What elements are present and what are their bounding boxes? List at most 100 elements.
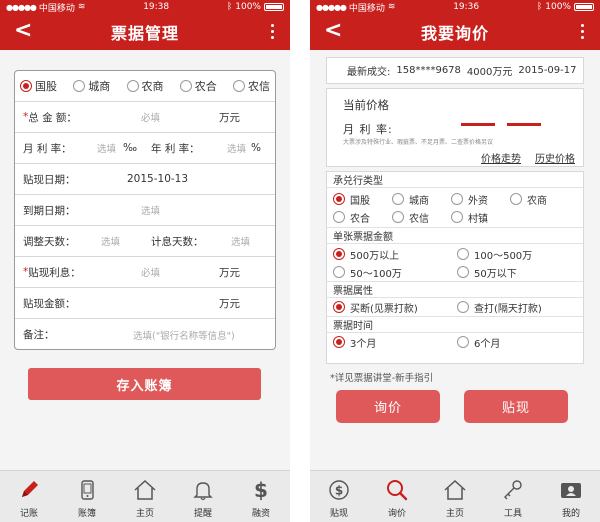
latest-deal-label: 最新成交:: [347, 67, 391, 78]
radio-bank-type-3[interactable]: 农合: [179, 78, 217, 94]
radio-time-0[interactable]: 3个月: [333, 333, 457, 351]
total-amount-input[interactable]: 必填: [141, 110, 160, 124]
page-title: 票据管理: [110, 24, 179, 43]
tab-ledger[interactable]: 账簿: [58, 471, 116, 522]
radio-icon: [392, 211, 404, 223]
back-button[interactable]: <: [324, 19, 342, 43]
tab-inquiry[interactable]: 询价: [368, 471, 426, 522]
battery-level: 100%: [235, 2, 261, 12]
svg-text:$: $: [335, 484, 343, 498]
latest-deal-box: 最新成交: 158****9678 4000万元 2015-09-17: [326, 57, 584, 84]
radio-selected-icon: [20, 80, 32, 92]
tab-record[interactable]: 记账: [0, 471, 58, 522]
time-section: 票据时间 3个月 6个月: [327, 317, 583, 351]
radio-amount-3[interactable]: 50万以下: [457, 263, 581, 281]
page-title: 我要询价: [420, 24, 489, 43]
price-history-link[interactable]: 历史价格: [535, 150, 575, 165]
tab-bar: $ 贴现 询价 主页 工具 我的: [310, 470, 600, 522]
radio-amount-2[interactable]: 50～100万: [333, 263, 457, 281]
radio-selected-icon: [333, 336, 345, 348]
phone-book-icon: [74, 477, 100, 503]
tab-tools[interactable]: 工具: [484, 471, 542, 522]
due-date-label: 到期日期：: [23, 204, 76, 217]
battery-icon: [263, 3, 284, 11]
radio-bank-type-0[interactable]: 国股: [20, 78, 57, 94]
battery-icon: [573, 3, 594, 11]
discount-date-label: 贴现日期：: [23, 173, 76, 186]
home-icon: [132, 477, 158, 503]
dollar-circle-icon: $: [326, 477, 352, 503]
discount-interest-label: 贴现利息：: [28, 266, 81, 279]
interest-days-input[interactable]: 选填: [231, 234, 250, 248]
radio-amount-0[interactable]: 500万以上: [333, 245, 457, 263]
days-row: 调整天数： 选填 计息天数： 选填: [15, 226, 275, 257]
tab-discount[interactable]: $ 贴现: [310, 471, 368, 522]
home-icon: [442, 477, 468, 503]
due-date-input[interactable]: 选填: [141, 203, 160, 217]
radio-bank-3[interactable]: 农商: [510, 190, 569, 208]
discount-interest-input[interactable]: 必填: [141, 265, 160, 279]
carrier-label: 中国移动: [348, 3, 385, 14]
radio-selected-icon: [333, 193, 345, 205]
key-icon: [500, 477, 526, 503]
radio-time-1[interactable]: 6个月: [457, 333, 581, 351]
signal-icon: ●●●●●: [316, 2, 347, 12]
tab-mine[interactable]: 我的: [542, 471, 600, 522]
radio-attr-1[interactable]: 查打(隔天打款): [457, 298, 581, 316]
discount-button[interactable]: 贴现: [464, 390, 568, 423]
radio-icon: [457, 336, 469, 348]
monthly-rate-input[interactable]: 选填: [97, 141, 116, 155]
price-trend-link[interactable]: 价格走势: [481, 150, 521, 165]
inquiry-button[interactable]: 询价: [336, 390, 440, 423]
radio-bank-5[interactable]: 农信: [392, 208, 451, 226]
more-icon[interactable]: [581, 24, 584, 39]
annual-rate-input[interactable]: 选填: [227, 141, 246, 155]
save-to-ledger-button[interactable]: 存入账簿: [28, 368, 261, 400]
guide-hint[interactable]: *详见票据讲堂-新手指引: [330, 370, 433, 384]
radio-attr-0[interactable]: 买断(见票打款): [333, 298, 457, 316]
discount-amount-label: 贴现金额：: [23, 297, 76, 310]
radio-bank-type-1[interactable]: 城商: [73, 78, 110, 94]
latest-deal-amount: 4000万元: [466, 67, 513, 78]
remark-input[interactable]: 选填("银行名称等信息"): [133, 328, 235, 342]
tab-reminder[interactable]: 提醒: [174, 471, 232, 522]
radio-amount-1[interactable]: 100～500万: [457, 245, 581, 263]
tab-finance[interactable]: $ 融资: [232, 471, 290, 522]
radio-icon: [179, 80, 192, 92]
section-title: 票据属性: [327, 282, 583, 298]
discount-date-input[interactable]: 2015-10-13: [127, 173, 188, 185]
battery-level: 100%: [545, 2, 571, 12]
more-icon[interactable]: [271, 24, 274, 39]
bill-form: 国股 城商 农商 农合 农信 * 总 金 额： 必填 万元 月 利 率： 选填 …: [14, 70, 276, 350]
radio-bank-6[interactable]: 村镇: [451, 208, 510, 226]
radio-selected-icon: [333, 248, 345, 260]
bell-icon: [190, 477, 216, 503]
monthly-rate-label: 月 利 率:: [343, 123, 393, 136]
due-date-row: 到期日期： 选填: [15, 195, 275, 226]
rate-row: 月 利 率： 选填 ‰ 年 利 率： 选填 %: [15, 133, 275, 164]
radio-bank-type-4[interactable]: 农信: [233, 78, 270, 94]
radio-bank-4[interactable]: 农合: [333, 208, 392, 226]
total-amount-label: 总 金 额：: [28, 111, 77, 124]
phone-screen-ticket-management: ●●●●● 中国移动 ≋ 19:38 ᛒ 100% < 票据管理 国股 城商 农…: [0, 0, 290, 522]
current-price-box: 当前价格 月 利 率: 大票涉及特殊行业、瑕疵票、不足月票、二查票价格另议 价格…: [326, 88, 584, 167]
price-note: 大票涉及特殊行业、瑕疵票、不足月票、二查票价格另议: [343, 139, 494, 146]
dollar-icon: $: [254, 478, 268, 502]
unit-label: %: [251, 142, 261, 154]
radio-bank-0[interactable]: 国股: [333, 190, 392, 208]
section-title: 承兑行类型: [327, 172, 583, 188]
radio-bank-type-2[interactable]: 农商: [126, 78, 164, 94]
tab-home[interactable]: 主页: [116, 471, 174, 522]
discount-amount-row: 贴现金额： 万元: [15, 288, 275, 319]
adjust-days-input[interactable]: 选填: [101, 234, 120, 248]
back-button[interactable]: <: [14, 19, 32, 43]
unit-label: 万元: [219, 297, 240, 310]
radio-icon: [451, 193, 463, 205]
tab-home[interactable]: 主页: [426, 471, 484, 522]
inquiry-options-box: 承兑行类型 国股 城商 外资 农商 农合 农信 村镇 单张票据金额 500万以上…: [326, 171, 584, 364]
total-amount-row: * 总 金 额： 必填 万元: [15, 102, 275, 133]
radio-bank-2[interactable]: 外资: [451, 190, 510, 208]
radio-icon: [233, 80, 245, 92]
radio-bank-1[interactable]: 城商: [392, 190, 451, 208]
signal-icon: ●●●●●: [6, 2, 37, 12]
